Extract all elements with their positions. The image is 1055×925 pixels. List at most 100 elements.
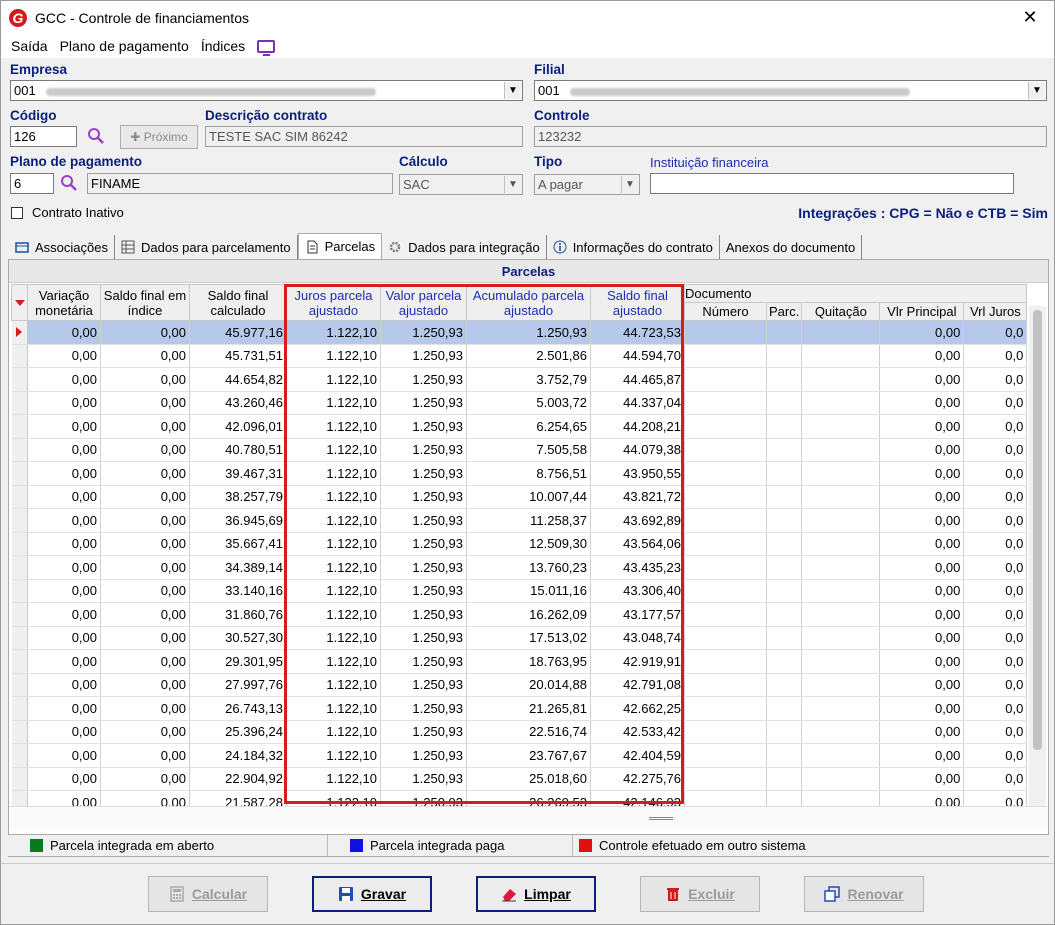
table-cell[interactable] (684, 696, 767, 721)
table-row[interactable]: 0,00 0,00 45.731,51 1.122,10 1.250,93 2.501,8… (11, 344, 1028, 368)
table-cell[interactable]: 0,00 (27, 649, 101, 674)
table-cell[interactable] (684, 438, 767, 462)
table-cell[interactable]: 1.250,93 (380, 438, 467, 462)
table-cell[interactable]: 1.250,93 (380, 555, 467, 580)
row-indicator[interactable] (11, 767, 28, 791)
table-cell[interactable]: 0,00 (27, 461, 101, 486)
table-cell[interactable]: 43.950,55 (590, 461, 685, 486)
table-cell[interactable] (801, 485, 881, 509)
table-cell[interactable]: 26.743,13 (189, 696, 287, 721)
table-cell[interactable]: 30.527,30 (189, 626, 287, 650)
table-cell[interactable]: 0,0 (963, 367, 1028, 392)
table-cell[interactable]: 0,00 (100, 438, 190, 462)
table-cell[interactable]: 0,0 (963, 532, 1028, 556)
table-cell[interactable]: 42.404,59 (590, 743, 685, 768)
table-cell[interactable]: 0,0 (963, 438, 1028, 462)
table-cell[interactable]: 0,00 (27, 485, 101, 509)
table-cell[interactable]: 0,00 (100, 461, 190, 486)
table-cell[interactable]: 1.122,10 (286, 720, 381, 744)
table-cell[interactable]: 0,00 (27, 414, 101, 439)
table-cell[interactable]: 43.435,23 (590, 555, 685, 580)
col-saldo-ajustado[interactable]: Saldo final ajustado (590, 284, 685, 321)
tab-dados-integracao[interactable]: Dados para integração (382, 235, 547, 259)
table-cell[interactable]: 0,00 (27, 532, 101, 556)
table-cell[interactable] (801, 673, 881, 697)
table-cell[interactable]: 0,0 (963, 555, 1028, 580)
row-indicator[interactable] (11, 626, 28, 650)
table-row[interactable]: 0,00 0,00 25.396,24 1.122,10 1.250,93 22.516,… (11, 720, 1028, 744)
table-cell[interactable]: 20.014,88 (466, 673, 591, 697)
table-cell[interactable]: 0,00 (100, 391, 190, 415)
table-row[interactable]: 0,00 0,00 43.260,46 1.122,10 1.250,93 5.003,7… (11, 391, 1028, 415)
table-cell[interactable]: 0,0 (963, 579, 1028, 603)
codigo-input[interactable]: 126 (10, 126, 77, 147)
row-indicator[interactable] (11, 743, 28, 768)
calcular-button[interactable]: Calcular (148, 876, 268, 912)
row-indicator[interactable] (11, 673, 28, 697)
table-row[interactable]: 0,00 0,00 36.945,69 1.122,10 1.250,93 11.258,… (11, 508, 1028, 533)
table-cell[interactable]: 0,00 (27, 602, 101, 627)
table-cell[interactable]: 22.516,74 (466, 720, 591, 744)
table-cell[interactable]: 44.465,87 (590, 367, 685, 392)
row-indicator[interactable] (11, 461, 28, 486)
table-cell[interactable]: 0,0 (963, 602, 1028, 627)
table-cell[interactable]: 45.977,16 (189, 320, 287, 345)
row-indicator[interactable] (11, 579, 28, 603)
table-row[interactable]: 0,00 0,00 42.096,01 1.122,10 1.250,93 6.254,6… (11, 414, 1028, 439)
table-cell[interactable]: 7.505,58 (466, 438, 591, 462)
table-cell[interactable]: 0,00 (27, 720, 101, 744)
table-cell[interactable]: 22.904,92 (189, 767, 287, 791)
table-cell[interactable]: 0,00 (879, 438, 965, 462)
table-cell[interactable] (801, 461, 881, 486)
table-cell[interactable]: 0,0 (963, 344, 1028, 368)
plano-code-input[interactable]: 6 (10, 173, 54, 194)
table-cell[interactable]: 0,00 (100, 555, 190, 580)
table-cell[interactable]: 45.731,51 (189, 344, 287, 368)
table-cell[interactable]: 1.122,10 (286, 743, 381, 768)
col-vlr-principal[interactable]: Vlr Principal (879, 302, 965, 321)
table-cell[interactable] (766, 555, 803, 580)
table-cell[interactable]: 0,00 (100, 532, 190, 556)
table-cell[interactable]: 0,00 (879, 602, 965, 627)
table-cell[interactable] (684, 743, 767, 768)
table-cell[interactable] (766, 414, 803, 439)
row-indicator[interactable] (11, 649, 28, 674)
table-cell[interactable]: 42.096,01 (189, 414, 287, 439)
table-row[interactable]: 0,00 0,00 34.389,14 1.122,10 1.250,93 13.760,… (11, 555, 1028, 580)
table-cell[interactable] (684, 720, 767, 744)
table-cell[interactable]: 12.509,30 (466, 532, 591, 556)
table-cell[interactable] (684, 626, 767, 650)
table-cell[interactable]: 1.122,10 (286, 602, 381, 627)
col-acumulado-ajustado[interactable]: Acumulado parcela ajustado (466, 284, 591, 321)
table-cell[interactable] (684, 767, 767, 791)
row-indicator[interactable] (11, 344, 28, 368)
row-indicator[interactable] (11, 508, 28, 533)
table-cell[interactable]: 0,00 (879, 414, 965, 439)
table-row[interactable]: 0,00 0,00 31.860,76 1.122,10 1.250,93 16.262,… (11, 602, 1028, 627)
table-cell[interactable]: 44.337,04 (590, 391, 685, 415)
scrollbar-thumb[interactable] (1033, 310, 1042, 750)
table-cell[interactable] (801, 555, 881, 580)
row-indicator[interactable] (11, 367, 28, 392)
table-cell[interactable] (801, 391, 881, 415)
menu-plano-pagamento[interactable]: Plano de pagamento (54, 38, 195, 54)
menu-saida[interactable]: Saída (5, 38, 54, 54)
table-cell[interactable]: 0,00 (879, 555, 965, 580)
table-cell[interactable] (801, 720, 881, 744)
table-cell[interactable]: 17.513,02 (466, 626, 591, 650)
table-cell[interactable]: 1.250,93 (380, 414, 467, 439)
table-cell[interactable]: 1.122,10 (286, 532, 381, 556)
table-cell[interactable]: 10.007,44 (466, 485, 591, 509)
table-cell[interactable] (684, 414, 767, 439)
table-cell[interactable] (801, 344, 881, 368)
row-indicator[interactable] (11, 391, 28, 415)
contrato-inativo-checkbox[interactable] (11, 207, 23, 219)
table-cell[interactable]: 0,00 (100, 602, 190, 627)
table-row[interactable]: 0,00 0,00 35.667,41 1.122,10 1.250,93 12.509,… (11, 532, 1028, 556)
table-cell[interactable] (684, 320, 767, 345)
table-cell[interactable]: 23.767,67 (466, 743, 591, 768)
table-cell[interactable]: 0,0 (963, 626, 1028, 650)
table-cell[interactable]: 0,00 (879, 367, 965, 392)
table-cell[interactable]: 43.048,74 (590, 626, 685, 650)
table-row[interactable]: 0,00 0,00 44.654,82 1.122,10 1.250,93 3.752,7… (11, 367, 1028, 392)
